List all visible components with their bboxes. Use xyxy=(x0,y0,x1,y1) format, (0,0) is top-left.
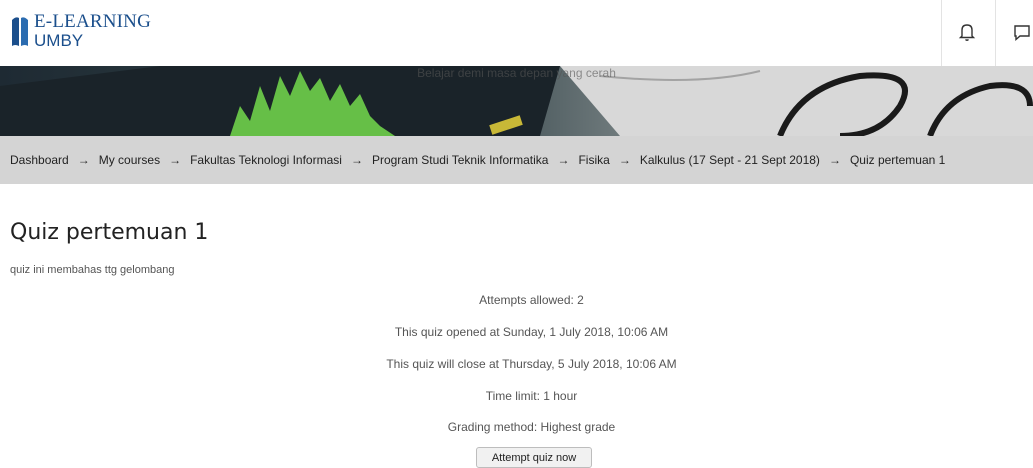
breadcrumb-arrow-icon: → xyxy=(169,153,182,167)
quiz-info-close: This quiz will close at Thursday, 5 July… xyxy=(386,357,677,371)
navbar-divider xyxy=(941,0,942,66)
breadcrumb-dashboard[interactable]: Dashboard xyxy=(10,153,69,167)
chat-icon[interactable] xyxy=(1010,20,1033,44)
quiz-info-opened: This quiz opened at Sunday, 1 July 2018,… xyxy=(394,325,669,339)
breadcrumb-arrow-icon: → xyxy=(557,153,570,167)
breadcrumb-course[interactable]: Kalkulus (17 Sept - 21 Sept 2018) xyxy=(640,153,820,167)
top-navbar: E-LEARNING UMBY xyxy=(0,0,1033,67)
logo-title: E-LEARNING xyxy=(34,11,152,32)
quiz-info-grading: Grading method: Highest grade xyxy=(447,420,616,434)
quiz-info-attempts: Attempts allowed: 2 xyxy=(479,293,584,307)
breadcrumb-program[interactable]: Program Studi Teknik Informatika xyxy=(372,153,549,167)
header-banner: Belajar demi masa depan yang cerah xyxy=(0,66,1033,136)
breadcrumb-current[interactable]: Quiz pertemuan 1 xyxy=(850,153,945,167)
breadcrumb-arrow-icon: → xyxy=(77,153,90,167)
breadcrumb: Dashboard → My courses → Fakultas Teknol… xyxy=(0,136,1033,184)
quiz-intro: quiz ini membahas ttg gelombang xyxy=(10,264,175,276)
bell-icon[interactable] xyxy=(955,20,979,44)
page-title: Quiz pertemuan 1 xyxy=(10,220,209,245)
banner-tagline: Belajar demi masa depan yang cerah xyxy=(417,66,616,80)
site-logo[interactable]: E-LEARNING UMBY xyxy=(10,12,151,49)
attempt-quiz-button[interactable]: Attempt quiz now xyxy=(476,447,592,468)
logo-subtitle: UMBY xyxy=(34,31,84,50)
breadcrumb-category[interactable]: Fisika xyxy=(578,153,609,167)
breadcrumb-my-courses[interactable]: My courses xyxy=(99,153,160,167)
breadcrumb-arrow-icon: → xyxy=(828,153,841,167)
quiz-info-time-limit: Time limit: 1 hour xyxy=(485,389,578,403)
navbar-divider xyxy=(995,0,996,66)
breadcrumb-arrow-icon: → xyxy=(350,153,363,167)
breadcrumb-faculty[interactable]: Fakultas Teknologi Informasi xyxy=(190,153,342,167)
breadcrumb-arrow-icon: → xyxy=(618,153,631,167)
logo-mark-icon xyxy=(10,12,30,48)
